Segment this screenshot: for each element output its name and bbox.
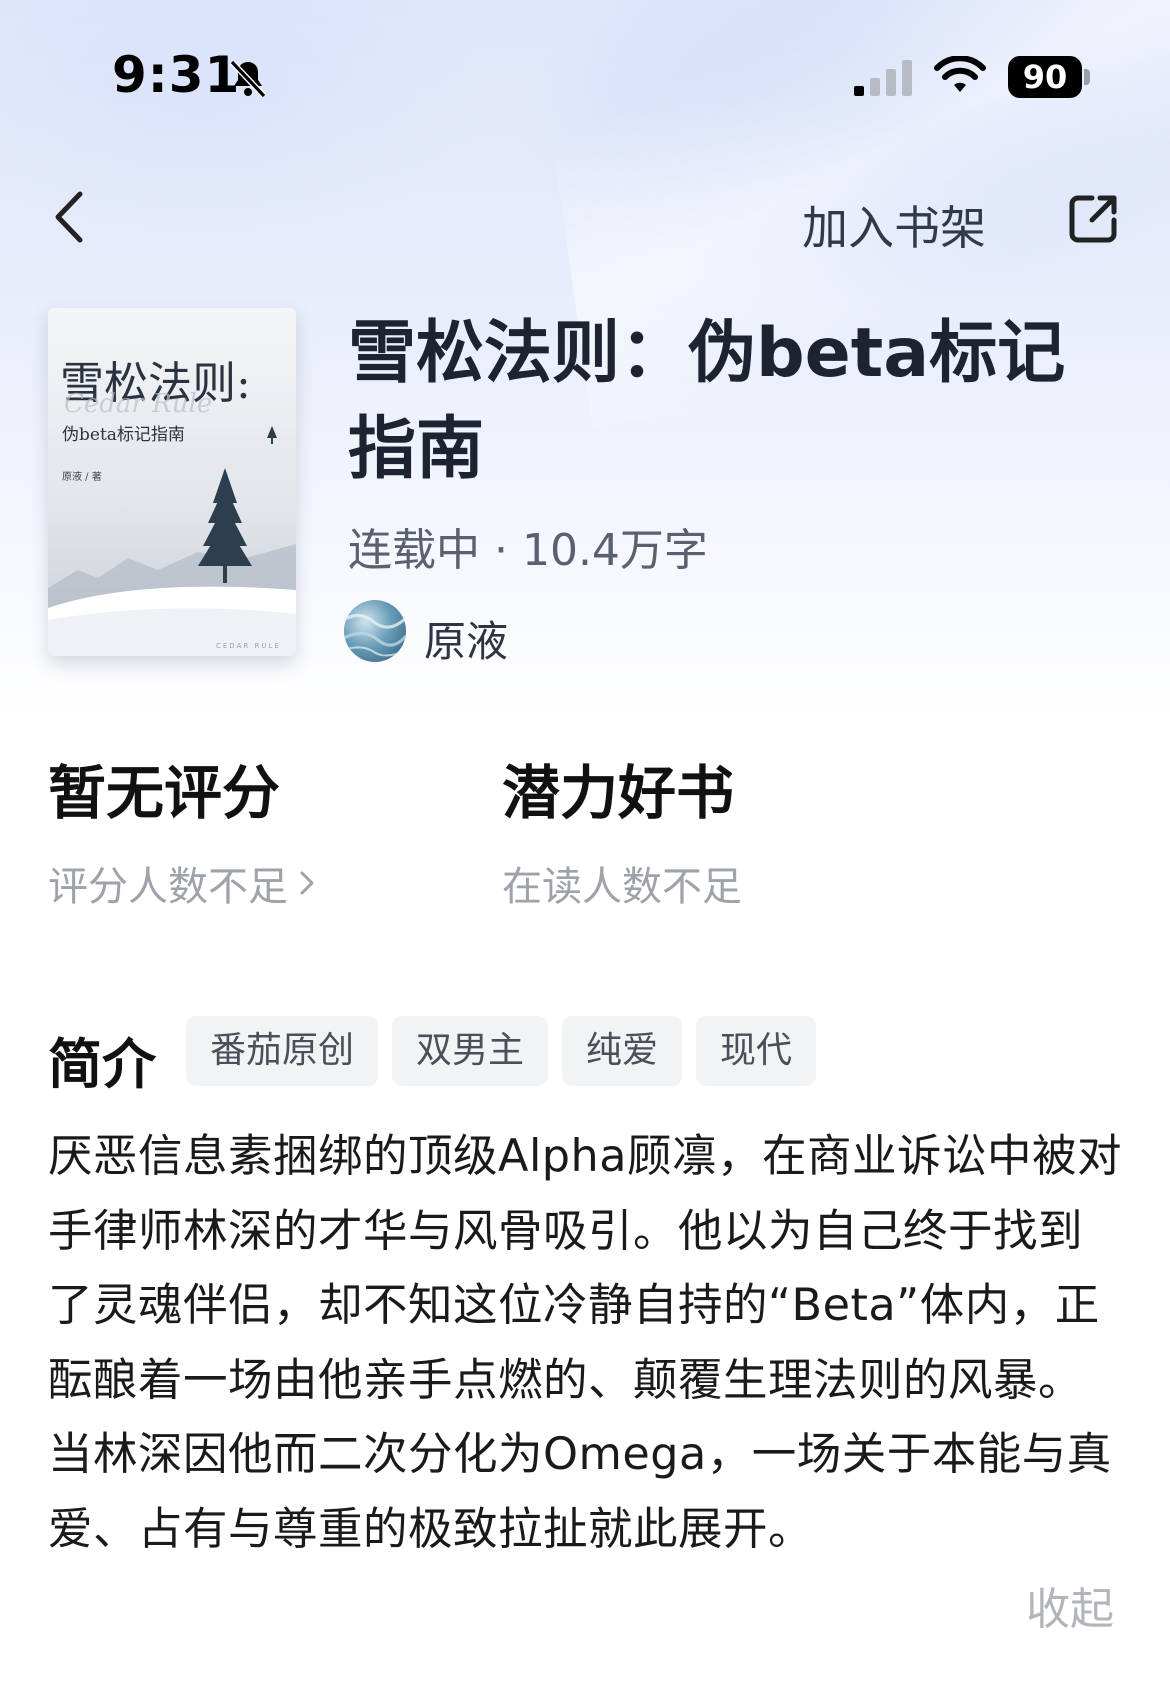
battery-level: 90 [1008, 56, 1082, 98]
tag-item[interactable]: 现代 [696, 1016, 817, 1086]
avatar-image [344, 614, 406, 657]
status-bar: 9:31 90 [0, 0, 1170, 150]
tag-item[interactable]: 番茄原创 [186, 1016, 379, 1086]
battery-cap [1084, 69, 1090, 85]
cellular-signal-icon [854, 60, 912, 96]
book-cover[interactable]: 雪松法则: Cedar Rule 伪beta标记指南 原液 / 著 CEDAR … [48, 308, 296, 656]
rating-subtext: 评分人数不足 [48, 854, 316, 912]
chevron-left-icon[interactable] [48, 186, 96, 248]
add-to-shelf-button[interactable]: 加入书架 [802, 192, 986, 258]
battery-icon: 90 [1008, 56, 1090, 98]
collapse-button[interactable]: 收起 [1026, 1573, 1114, 1637]
cover-subtitle: 伪beta标记指南 [62, 425, 185, 445]
rating-count-note: 评分人数不足 [48, 864, 288, 910]
tag-item[interactable]: 纯爱 [562, 1016, 683, 1086]
book-summary: 厌恶信息素捆绑的顶级Alpha顾凛，在商业诉讼中被对手律师林深的才华与风骨吸引。… [48, 1131, 1123, 1555]
cover-footer: CEDAR RULE [216, 642, 281, 650]
status-time: 9:31 [112, 46, 241, 104]
rating-value: 暂无评分 [48, 759, 281, 827]
cover-author: 原液 / 著 [62, 470, 102, 483]
share-icon[interactable] [1066, 190, 1122, 246]
author-avatar[interactable] [344, 600, 406, 662]
chevron-right-icon [300, 871, 314, 895]
book-cover-art: 雪松法则: Cedar Rule 伪beta标记指南 原液 / 著 CEDAR … [48, 308, 296, 656]
book-status-wordcount: 连载中 · 10.4万字 [348, 525, 708, 576]
intro-heading: 简介 [48, 1033, 156, 1096]
author-name[interactable]: 原液 [424, 608, 508, 669]
wifi-icon [934, 56, 986, 92]
potential-label: 潜力好书 [502, 759, 735, 827]
tag-item[interactable]: 双男主 [392, 1016, 549, 1086]
rating-block[interactable]: 暂无评分 评分人数不足 [48, 746, 316, 912]
tag-list: 番茄原创 双男主 纯爱 现代 [186, 1016, 817, 1086]
book-title: 雪松法则：伪beta标记指南 [348, 314, 1066, 489]
bell-slash-icon [229, 59, 267, 99]
potential-block: 潜力好书 在读人数不足 [502, 746, 742, 912]
cover-script: Cedar Rule [64, 389, 212, 419]
potential-subtext: 在读人数不足 [502, 864, 742, 910]
